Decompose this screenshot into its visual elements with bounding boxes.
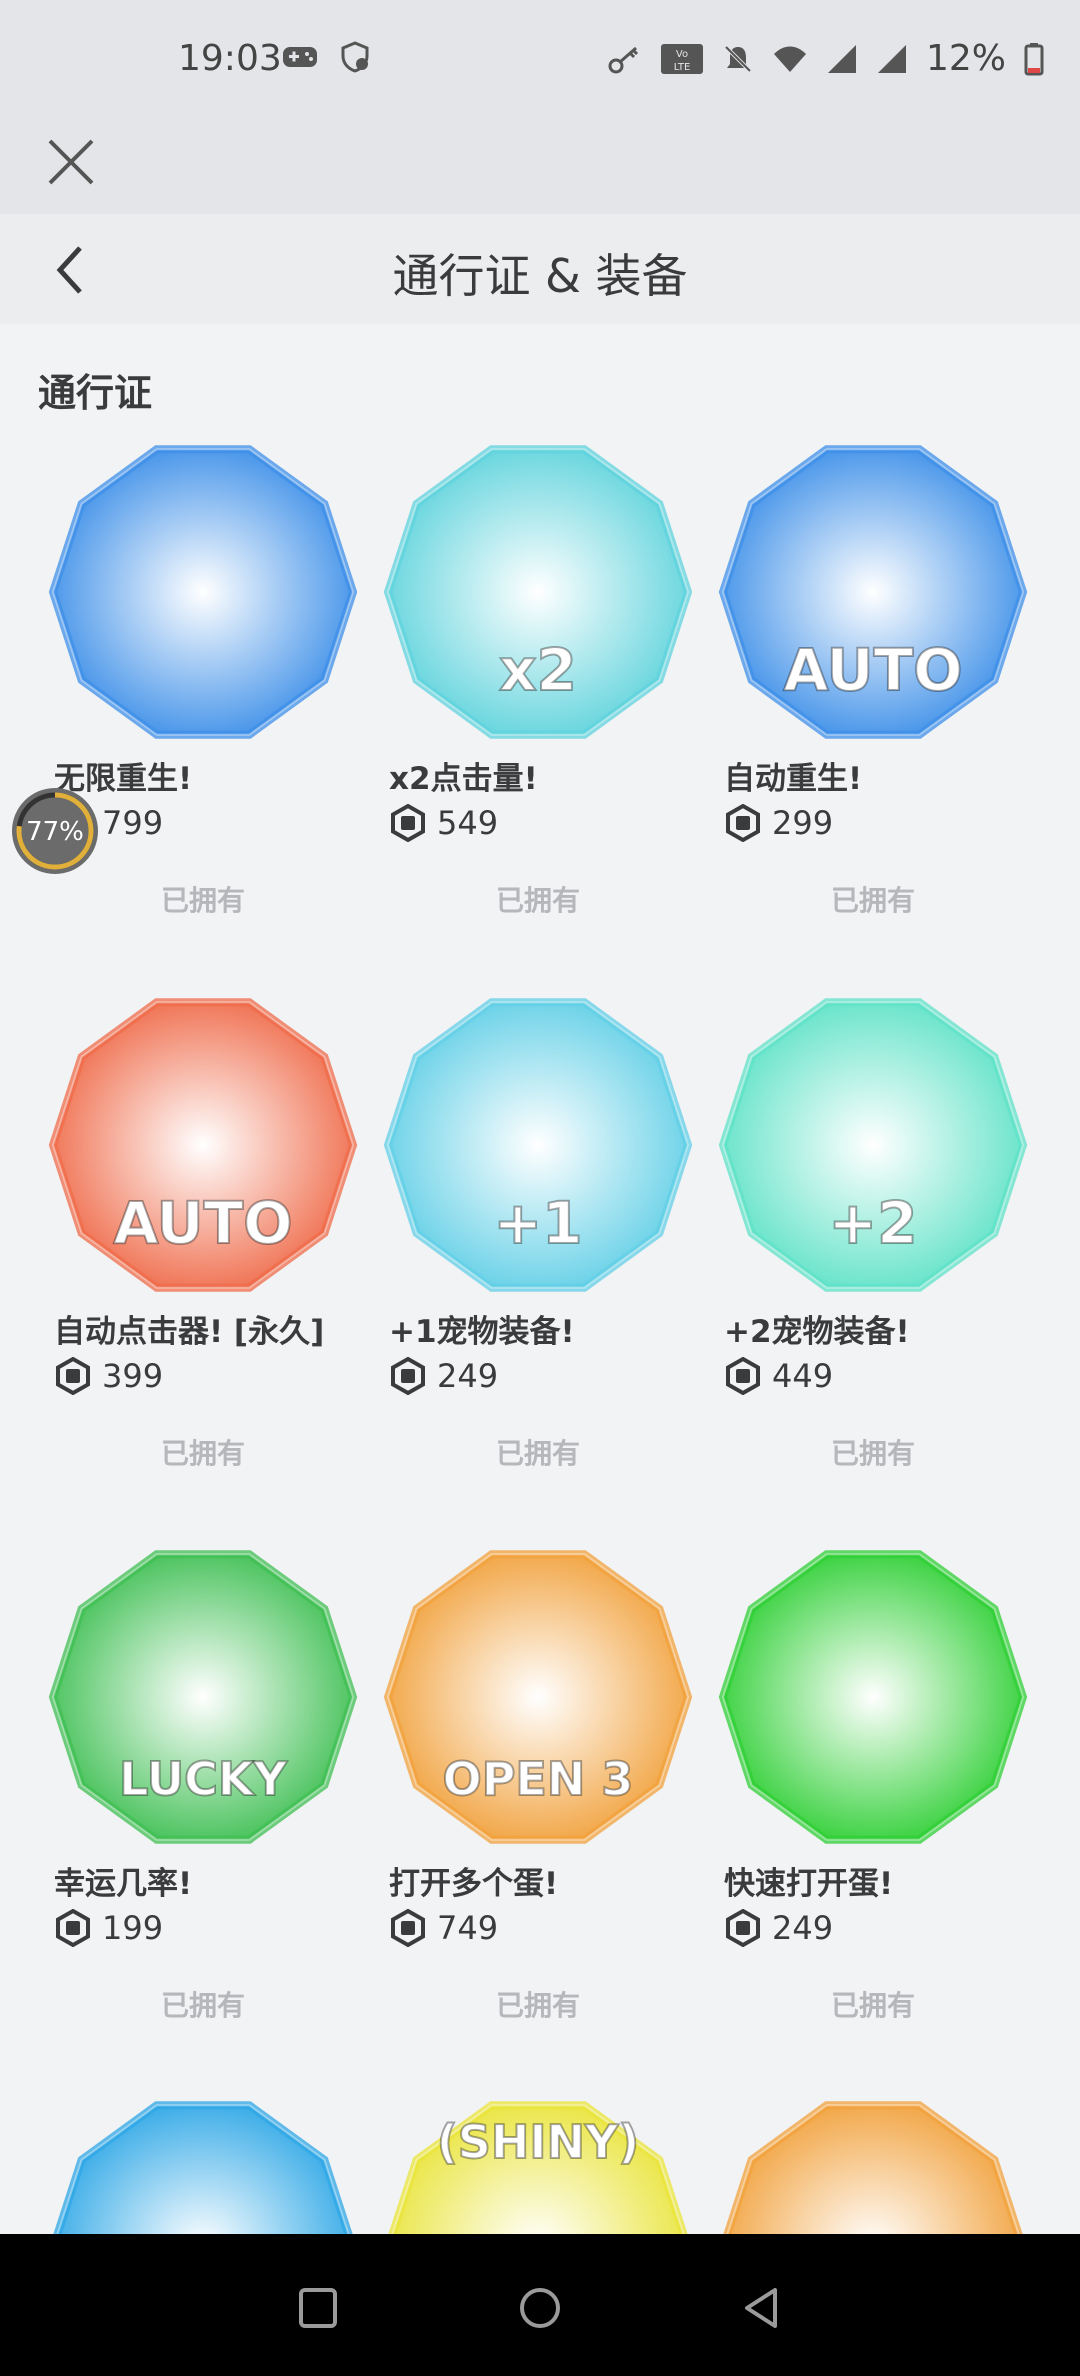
pass-name: 自动重生! <box>724 761 863 797</box>
gamepad-icon <box>283 47 317 67</box>
status-right-icons: Vo LTE 12% <box>608 38 1044 79</box>
pass-badge-image[interactable] <box>718 1547 1028 1847</box>
robux-icon <box>391 804 425 842</box>
wifi-icon <box>773 46 806 72</box>
pass-name: 自动点击器! [永久] <box>54 1314 325 1350</box>
pass-price: 199 <box>102 1909 164 1947</box>
pass-badge-image[interactable] <box>48 442 358 742</box>
owned-status: 已拥有 <box>160 884 245 917</box>
pass-name: x2点击量! <box>389 761 538 797</box>
badge-label: +2 <box>829 1189 918 1257</box>
badge-label: OPEN 3 <box>443 1752 634 1806</box>
progress-text: 77% <box>26 817 84 847</box>
pass-name: +1宠物装备! <box>389 1314 575 1350</box>
signal-icon <box>877 44 906 73</box>
top-bar <box>0 120 1080 214</box>
owned-status: 已拥有 <box>160 1989 245 2022</box>
signal-icon <box>827 44 856 73</box>
price-row: 249 <box>724 1909 833 1947</box>
pass-price: 249 <box>437 1357 499 1395</box>
pass-card[interactable] <box>708 2098 1038 2234</box>
pass-card[interactable] <box>38 2098 368 2234</box>
robux-icon <box>726 1357 760 1395</box>
price-row: 199 <box>54 1909 163 1947</box>
shield-icon <box>341 41 369 73</box>
price-row: 299 <box>724 804 833 842</box>
price-row: 399 <box>54 1357 163 1395</box>
pass-badge-image[interactable]: x2 <box>383 442 693 742</box>
badge-label: LUCKY <box>119 1752 287 1806</box>
battery-percent: 12% <box>925 38 1006 79</box>
pass-name: 快速打开蛋! <box>724 1866 894 1902</box>
badge-label: x2 <box>499 636 577 704</box>
svg-text:LTE: LTE <box>674 62 691 73</box>
lte-icon: Vo LTE <box>660 43 703 74</box>
pass-badge-image[interactable] <box>718 2098 1028 2234</box>
pass-card[interactable]: (SHINY) <box>373 2098 703 2234</box>
badge-label: AUTO <box>113 1189 292 1257</box>
robux-icon <box>726 1909 760 1947</box>
pass-price: 799 <box>102 804 164 842</box>
pass-price: 399 <box>102 1357 164 1395</box>
price-row: 449 <box>724 1357 833 1395</box>
battery-icon <box>1024 42 1044 75</box>
pass-badge-image[interactable]: +2 <box>718 995 1028 1295</box>
pass-badge-image[interactable]: (SHINY) <box>383 2098 693 2234</box>
robux-icon <box>391 1909 425 1947</box>
home-icon[interactable] <box>510 2278 570 2338</box>
robux-icon <box>56 1357 90 1395</box>
pass-badge-image[interactable]: +1 <box>383 995 693 1295</box>
status-left-icons <box>282 40 372 74</box>
robux-icon <box>56 1909 90 1947</box>
robux-icon <box>726 804 760 842</box>
pass-price: 449 <box>772 1357 834 1395</box>
close-icon[interactable] <box>44 135 98 189</box>
owned-status: 已拥有 <box>495 1989 580 2022</box>
page-title: 通行证 & 装备 <box>392 249 688 303</box>
progress-overlay[interactable]: 77% <box>10 786 100 876</box>
pass-price: 549 <box>437 804 499 842</box>
owned-status: 已拥有 <box>495 884 580 917</box>
pass-name: +2宠物装备! <box>724 1314 910 1350</box>
owned-status: 已拥有 <box>495 1437 580 1470</box>
pass-badge-image[interactable]: OPEN 3 <box>383 1547 693 1847</box>
price-row: 549 <box>389 804 498 842</box>
pass-badge-image[interactable]: AUTO <box>718 442 1028 742</box>
badge-label: +1 <box>494 1189 583 1257</box>
section-title: 通行证 <box>38 371 153 415</box>
key-icon <box>608 46 639 73</box>
badge-label: AUTO <box>783 636 962 704</box>
back-triangle-icon[interactable] <box>733 2278 793 2338</box>
pass-price: 249 <box>772 1909 834 1947</box>
owned-status: 已拥有 <box>830 1989 915 2022</box>
bell-off-icon <box>724 45 752 72</box>
price-row: 749 <box>389 1909 498 1947</box>
svg-text:Vo: Vo <box>676 49 688 60</box>
owned-status: 已拥有 <box>830 884 915 917</box>
pass-price: 299 <box>772 804 834 842</box>
status-time: 19:03 <box>178 38 282 79</box>
price-row: 249 <box>389 1357 498 1395</box>
badge-label: (SHINY) <box>437 2115 640 2169</box>
owned-status: 已拥有 <box>830 1437 915 1470</box>
recent-apps-icon[interactable] <box>287 2278 347 2338</box>
owned-status: 已拥有 <box>160 1437 245 1470</box>
pass-name: 打开多个蛋! <box>389 1866 559 1902</box>
pass-badge-image[interactable]: LUCKY <box>48 1547 358 1847</box>
robux-icon <box>391 1357 425 1395</box>
pass-badge-image[interactable]: AUTO <box>48 995 358 1295</box>
pass-name: 幸运几率! <box>54 1866 193 1902</box>
pass-price: 749 <box>437 1909 499 1947</box>
pass-badge-image[interactable] <box>48 2098 358 2234</box>
